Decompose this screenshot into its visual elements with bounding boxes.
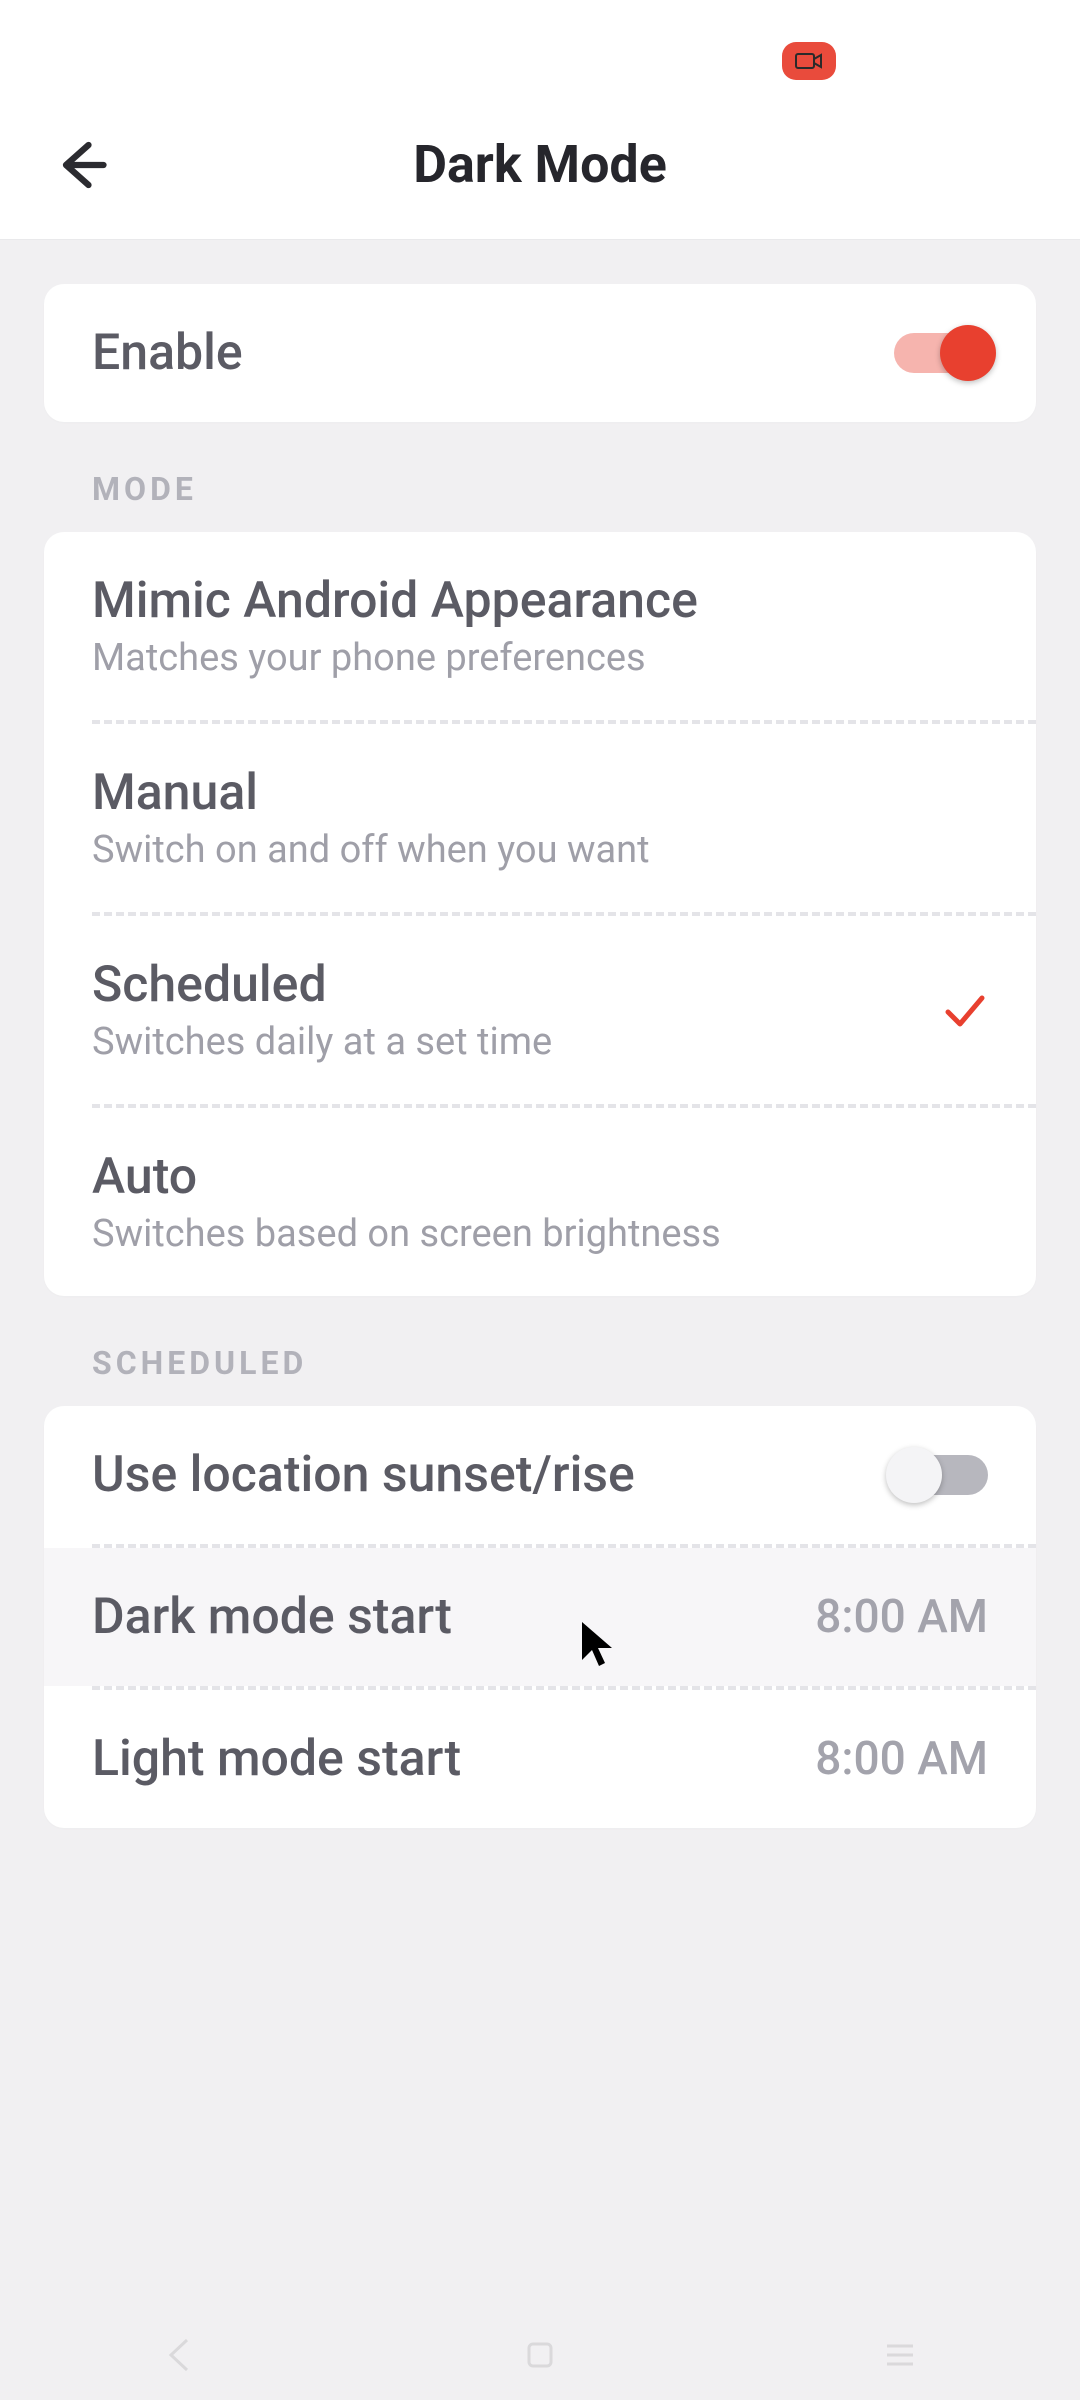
nav-home-button[interactable] bbox=[515, 2330, 565, 2380]
section-header-scheduled: SCHEDULED bbox=[44, 1296, 1036, 1406]
use-location-row: Use location sunset/rise bbox=[44, 1406, 1036, 1544]
light-mode-start-value: 8:00 AM bbox=[815, 1732, 988, 1786]
toggle-knob bbox=[886, 1447, 942, 1503]
mode-option-subtitle: Switches daily at a set time bbox=[92, 1020, 552, 1064]
mode-option-mimic[interactable]: Mimic Android Appearance Matches your ph… bbox=[44, 532, 1036, 720]
scheduled-card: Use location sunset/rise Dark mode start… bbox=[44, 1406, 1036, 1828]
dark-mode-start-value: 8:00 AM bbox=[815, 1590, 988, 1644]
app-bar: Dark Mode bbox=[0, 90, 1080, 240]
mode-option-manual[interactable]: Manual Switch on and off when you want bbox=[44, 724, 1036, 912]
enable-label: Enable bbox=[92, 324, 243, 382]
use-location-label: Use location sunset/rise bbox=[92, 1446, 635, 1504]
mode-option-scheduled[interactable]: Scheduled Switches daily at a set time bbox=[44, 916, 1036, 1104]
mode-option-title: Mimic Android Appearance bbox=[92, 572, 698, 630]
status-bar bbox=[0, 0, 1080, 90]
content: Enable MODE Mimic Android Appearance Mat… bbox=[0, 240, 1080, 1872]
use-location-toggle[interactable] bbox=[894, 1455, 988, 1495]
mode-option-auto[interactable]: Auto Switches based on screen brightness bbox=[44, 1108, 1036, 1296]
nav-recents-button[interactable] bbox=[875, 2330, 925, 2380]
android-navbar bbox=[0, 2310, 1080, 2400]
mode-option-subtitle: Switch on and off when you want bbox=[92, 828, 650, 872]
toggle-knob bbox=[940, 325, 996, 381]
mode-option-subtitle: Switches based on screen brightness bbox=[92, 1212, 721, 1256]
screen-recording-indicator bbox=[782, 42, 836, 80]
light-mode-start-row[interactable]: Light mode start 8:00 AM bbox=[44, 1690, 1036, 1828]
dark-mode-start-row[interactable]: Dark mode start 8:00 AM bbox=[44, 1548, 1036, 1686]
enable-toggle[interactable] bbox=[894, 333, 988, 373]
section-header-mode: MODE bbox=[44, 422, 1036, 532]
enable-row: Enable bbox=[44, 284, 1036, 422]
back-button[interactable] bbox=[46, 130, 116, 200]
nav-back-button[interactable] bbox=[155, 2330, 205, 2380]
mode-option-title: Auto bbox=[92, 1148, 721, 1206]
mode-card: Mimic Android Appearance Matches your ph… bbox=[44, 532, 1036, 1296]
light-mode-start-label: Light mode start bbox=[92, 1730, 461, 1788]
enable-card: Enable bbox=[44, 284, 1036, 422]
mode-option-subtitle: Matches your phone preferences bbox=[92, 636, 698, 680]
arrow-left-icon bbox=[51, 135, 111, 195]
dark-mode-start-label: Dark mode start bbox=[92, 1588, 452, 1646]
page-title: Dark Mode bbox=[0, 134, 1080, 195]
checkmark-icon bbox=[940, 986, 988, 1034]
mode-option-title: Scheduled bbox=[92, 956, 552, 1014]
mode-option-title: Manual bbox=[92, 764, 650, 822]
